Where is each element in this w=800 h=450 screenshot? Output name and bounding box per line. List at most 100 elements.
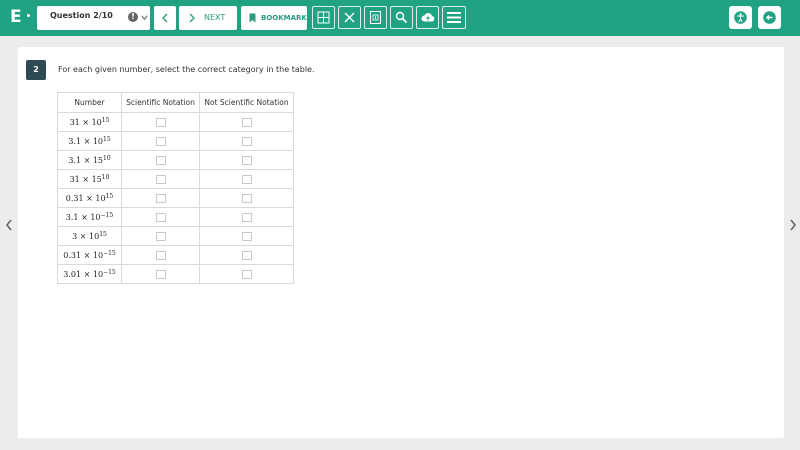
number-exponent: −15	[100, 212, 114, 219]
close-icon	[344, 12, 355, 23]
scientific-notation-cell	[121, 207, 200, 227]
scientific-notation-checkbox[interactable]	[155, 193, 166, 203]
upload-button[interactable]	[416, 6, 439, 29]
number-exponent: 15	[103, 136, 111, 143]
cloud-upload-icon	[421, 13, 435, 22]
table-row: 0.31 × 1015	[57, 188, 294, 208]
not-scientific-notation-checkbox[interactable]	[241, 136, 252, 146]
table-row: 3.1 × 10−15	[57, 207, 294, 227]
menu-icon	[447, 12, 461, 23]
number-base: 3	[72, 232, 78, 241]
number-power: 10	[92, 251, 104, 260]
scientific-notation-cell	[121, 150, 200, 170]
number-exponent: 10	[103, 155, 111, 162]
scientific-notation-checkbox[interactable]	[155, 174, 166, 184]
number-power: 10	[92, 270, 104, 279]
exit-button[interactable]	[758, 6, 781, 29]
number-power: 10	[92, 137, 104, 146]
times-sign: ×	[82, 118, 90, 127]
grid-view-button[interactable]	[312, 6, 335, 29]
number-exponent: 15	[105, 193, 114, 200]
number-power: 10	[91, 118, 102, 127]
not-scientific-notation-checkbox[interactable]	[241, 174, 252, 184]
not-scientific-notation-cell	[199, 188, 294, 208]
scientific-notation-checkbox[interactable]	[155, 212, 166, 222]
bookmark-label: BOOKMARK	[261, 14, 307, 22]
table-row: 31 × 1015	[57, 112, 294, 132]
times-sign: ×	[83, 251, 91, 260]
top-toolbar: E Question 2/10 ! NEXT BOOKMARK	[0, 0, 800, 36]
previous-button[interactable]	[154, 6, 176, 30]
app-logo: E	[10, 7, 22, 27]
not-scientific-notation-checkbox[interactable]	[241, 155, 252, 165]
next-button[interactable]: NEXT	[179, 6, 237, 30]
header-not-scientific-notation: Not Scientific Notation	[199, 92, 294, 113]
number-exponent: 10	[101, 174, 110, 181]
table-row: 3.1 × 1015	[57, 131, 294, 151]
search-icon	[395, 11, 408, 24]
times-sign: ×	[86, 194, 93, 203]
scientific-notation-cell	[121, 169, 200, 189]
menu-button[interactable]	[442, 6, 466, 29]
not-scientific-notation-cell	[199, 245, 294, 265]
not-scientific-notation-cell	[199, 264, 294, 284]
exit-icon	[763, 11, 776, 24]
category-table: Number Scientific Notation Not Scientifi…	[57, 92, 294, 284]
not-scientific-notation-cell	[199, 131, 294, 151]
not-scientific-notation-checkbox[interactable]	[241, 193, 252, 203]
scientific-notation-checkbox[interactable]	[155, 136, 166, 146]
not-scientific-notation-cell	[199, 169, 294, 189]
not-scientific-notation-checkbox[interactable]	[241, 250, 252, 260]
number-cell: 31 × 1015	[57, 112, 122, 132]
previous-page-arrow-icon[interactable]	[4, 218, 14, 232]
bookmark-button[interactable]: BOOKMARK	[241, 6, 307, 30]
not-scientific-notation-cell	[199, 207, 294, 227]
number-base: 0.31	[63, 251, 82, 260]
not-scientific-notation-checkbox[interactable]	[241, 269, 252, 279]
table-header-row: Number Scientific Notation Not Scientifi…	[57, 92, 294, 113]
eliminate-button[interactable]	[338, 6, 361, 29]
times-sign: ×	[83, 270, 91, 279]
scientific-notation-checkbox[interactable]	[155, 117, 166, 127]
number-exponent: 15	[101, 117, 110, 124]
warning-icon: !	[128, 12, 138, 22]
search-button[interactable]	[390, 6, 413, 29]
accessibility-button[interactable]	[729, 6, 752, 29]
number-exponent: 15	[99, 231, 107, 238]
scientific-notation-cell	[121, 245, 200, 265]
number-cell: 3.01 × 10−15	[57, 264, 122, 284]
calculator-button[interactable]	[364, 6, 387, 29]
next-page-arrow-icon[interactable]	[788, 218, 798, 232]
scientific-notation-checkbox[interactable]	[155, 231, 166, 241]
times-sign: ×	[79, 232, 87, 241]
number-cell: 31 × 1510	[57, 169, 122, 189]
scientific-notation-checkbox[interactable]	[155, 269, 166, 279]
not-scientific-notation-checkbox[interactable]	[241, 117, 252, 127]
times-sign: ×	[83, 156, 91, 165]
number-cell: 3.1 × 1510	[57, 150, 122, 170]
accessibility-icon	[734, 11, 747, 24]
number-base: 3.1	[65, 213, 79, 222]
number-cell: 3.1 × 1015	[57, 131, 122, 151]
table-row: 31 × 1510	[57, 169, 294, 189]
scientific-notation-cell	[121, 226, 200, 246]
not-scientific-notation-checkbox[interactable]	[241, 231, 252, 241]
question-number-badge: 2	[26, 60, 46, 80]
scientific-notation-cell	[121, 188, 200, 208]
question-selector[interactable]: Question 2/10 !	[37, 6, 150, 30]
number-power: 10	[90, 213, 101, 222]
question-prompt: For each given number, select the correc…	[58, 65, 315, 74]
number-base: 3.1	[68, 156, 82, 165]
calculator-icon	[370, 11, 381, 24]
scientific-notation-checkbox[interactable]	[155, 155, 166, 165]
scientific-notation-checkbox[interactable]	[155, 250, 166, 260]
number-cell: 3 × 1015	[57, 226, 122, 246]
number-exponent: −15	[103, 269, 116, 276]
times-sign: ×	[82, 175, 90, 184]
not-scientific-notation-checkbox[interactable]	[241, 212, 252, 222]
number-power: 10	[89, 232, 100, 241]
number-power: 10	[95, 194, 106, 203]
next-label: NEXT	[204, 13, 226, 22]
scientific-notation-cell	[121, 264, 200, 284]
chevron-down-icon	[141, 15, 148, 21]
